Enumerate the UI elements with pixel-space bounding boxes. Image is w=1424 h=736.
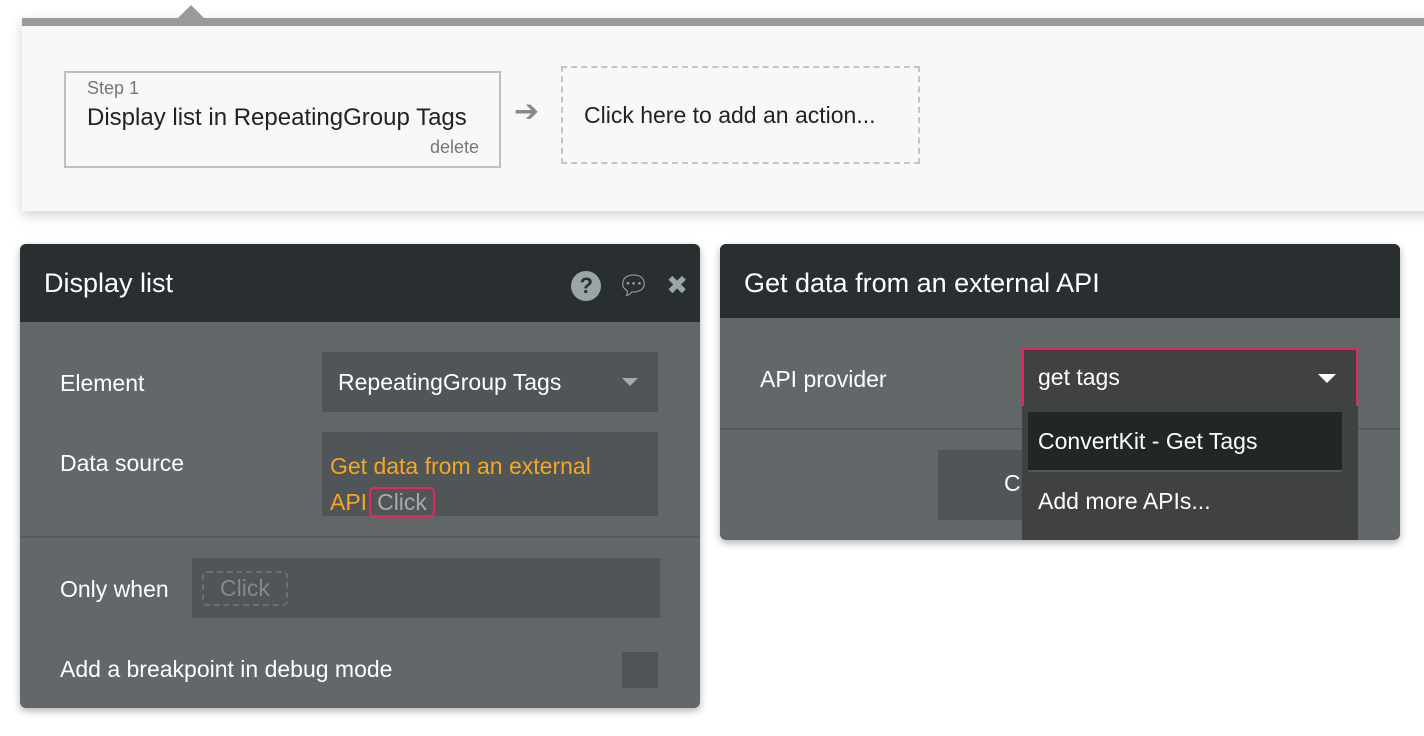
help-icon[interactable]: ? (571, 270, 602, 301)
data-source-expression[interactable]: Get data from an external API Click (322, 432, 658, 517)
api-provider-label: API provider (760, 366, 887, 392)
panel-title: Get data from an external API (744, 268, 1100, 298)
panel-header: Get data from an external API (720, 244, 1400, 318)
option-label: ConvertKit - Get Tags (1038, 428, 1258, 454)
panel-title: Display list (44, 268, 174, 298)
display-list-panel: Display list ? 💬︎ ✖ Element RepeatingGro… (20, 244, 700, 708)
api-provider-value: get tags (1038, 364, 1120, 390)
breakpoint-checkbox[interactable] (622, 652, 658, 688)
element-label: Element (60, 370, 145, 396)
only-when-click[interactable]: Click (202, 571, 288, 606)
data-source-label: Data source (60, 450, 185, 476)
step-1-card[interactable]: Step 1 Display list in RepeatingGroup Ta… (64, 71, 501, 168)
add-action-label: Click here to add an action... (584, 101, 876, 128)
api-provider-dropdown[interactable]: get tags (1022, 348, 1358, 406)
add-action-button[interactable]: Click here to add an action... (561, 66, 920, 164)
data-source-click[interactable]: Click (369, 487, 435, 517)
close-button-label: C (1004, 470, 1021, 496)
comment-icon[interactable]: 💬︎ (617, 270, 650, 301)
event-pointer (178, 5, 204, 18)
menu-option-convertkit[interactable]: ConvertKit - Get Tags (1028, 412, 1342, 472)
only-when-field[interactable]: Click (192, 558, 660, 618)
delete-step-link[interactable]: delete (430, 137, 479, 158)
chevron-down-icon (622, 378, 638, 386)
divider (20, 536, 700, 538)
step-title: Display list in RepeatingGroup Tags (87, 104, 467, 131)
close-icon[interactable]: ✖ (666, 270, 688, 301)
step-number: Step 1 (87, 78, 140, 98)
element-dropdown[interactable]: RepeatingGroup Tags (322, 352, 658, 412)
only-when-label: Only when (60, 576, 169, 602)
menu-option-add-more-apis[interactable]: Add more APIs... (1028, 472, 1342, 534)
option-label: Add more APIs... (1038, 488, 1211, 514)
breakpoint-label: Add a breakpoint in debug mode (60, 656, 393, 682)
chevron-down-icon (1318, 374, 1336, 383)
api-panel: Get data from an external API API provid… (720, 244, 1400, 540)
arrow-right-icon: ➔ (514, 95, 540, 128)
element-value: RepeatingGroup Tags (338, 368, 562, 395)
api-provider-menu: ConvertKit - Get Tags Add more APIs... (1022, 406, 1358, 540)
